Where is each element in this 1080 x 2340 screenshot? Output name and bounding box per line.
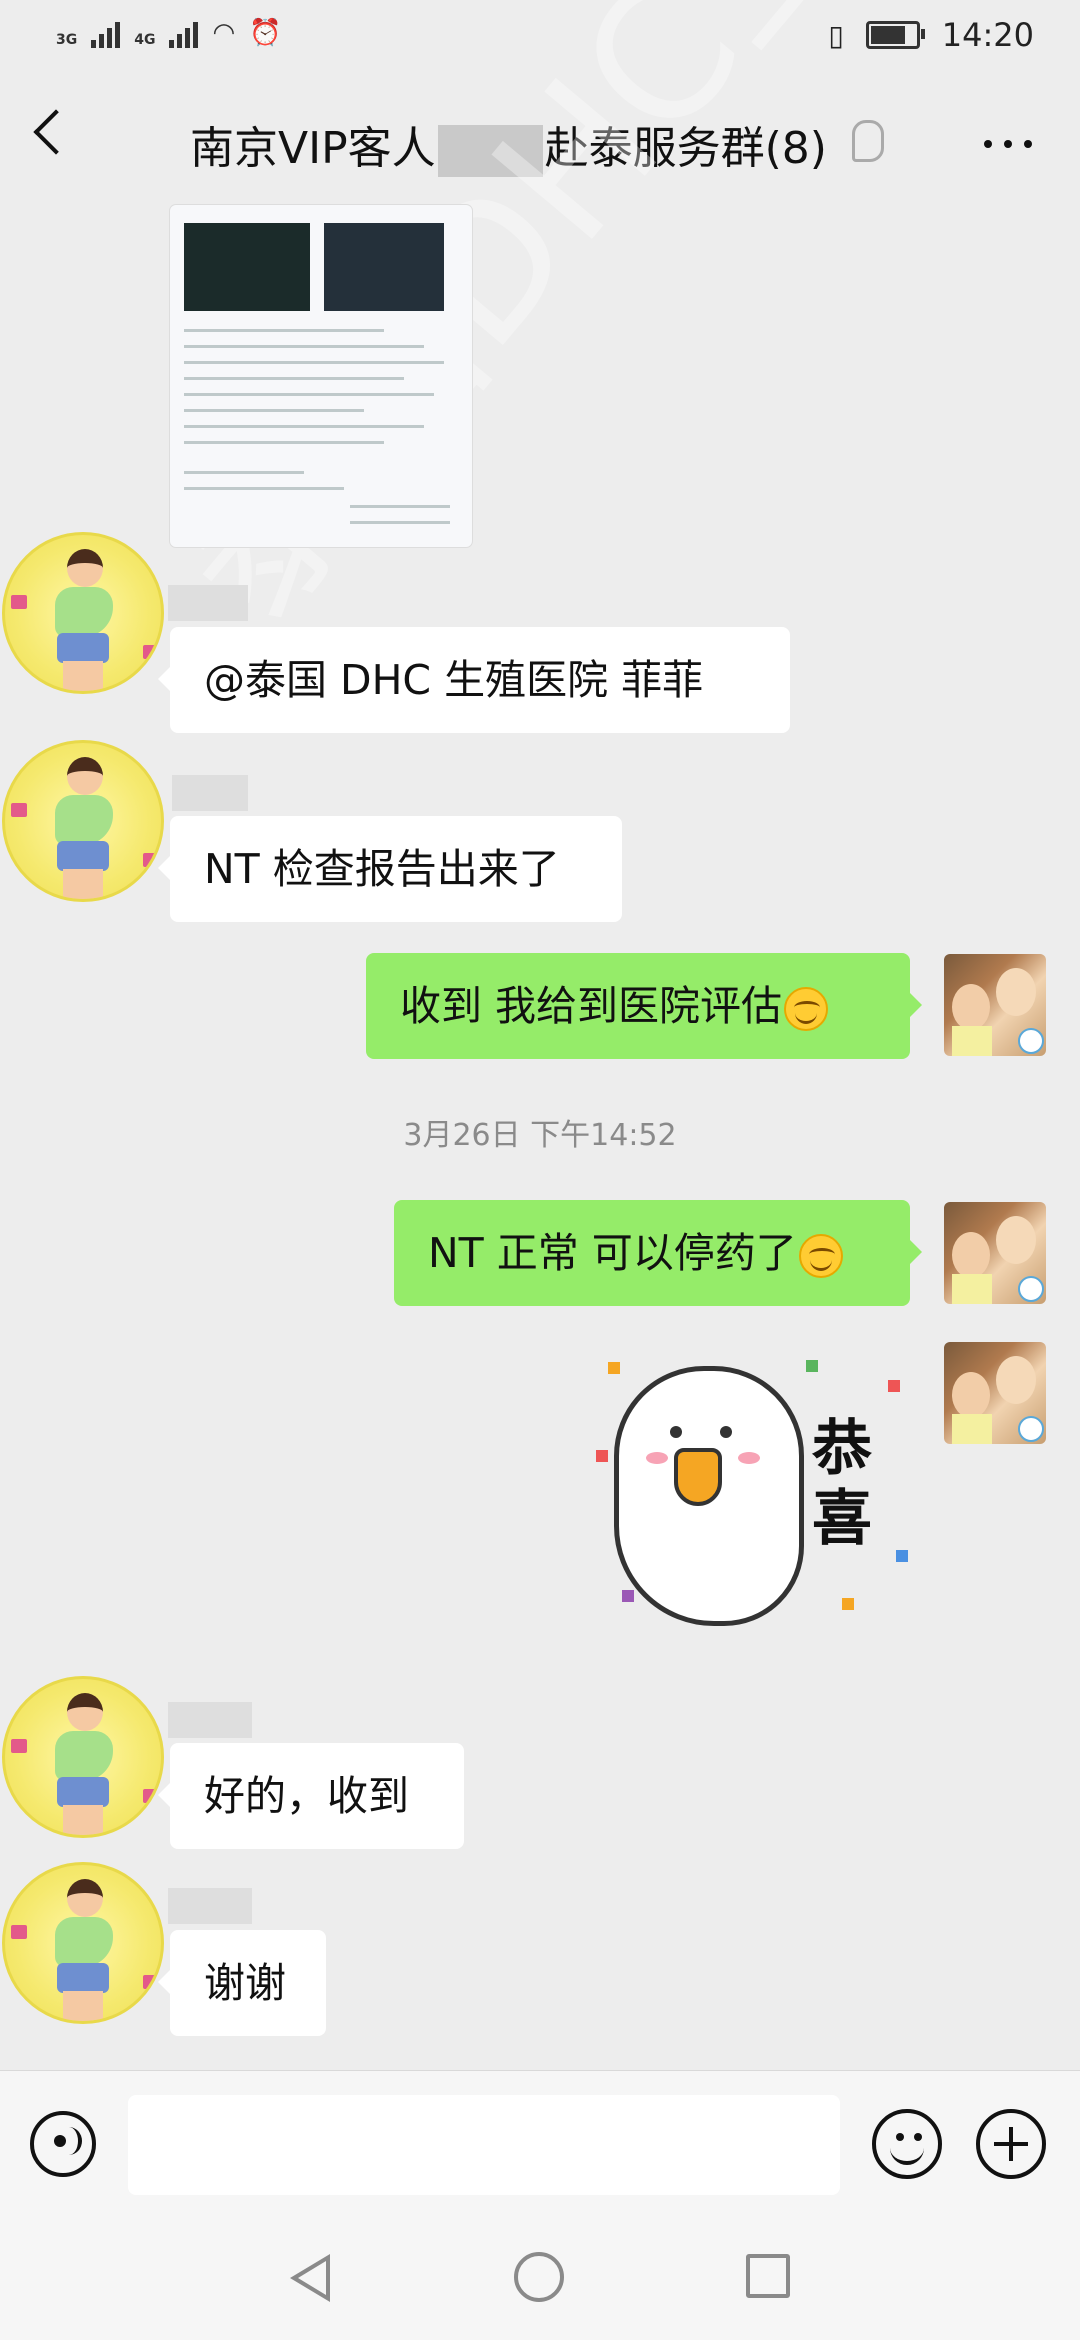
- message-bubble-left[interactable]: NT 检查报告出来了: [158, 816, 622, 922]
- sender-avatar[interactable]: [2, 1676, 164, 1838]
- message-text: @泰国 DHC 生殖医院 菲菲: [204, 656, 704, 704]
- message-text: NT 正常 可以停药了: [428, 1229, 797, 1277]
- system-nav-bar: [0, 2220, 1080, 2340]
- message-bubble-left[interactable]: 谢谢: [158, 1930, 326, 2036]
- ultrasound-image-1: [184, 223, 310, 311]
- ultrasound-image-2: [324, 223, 444, 311]
- voice-icon[interactable]: [30, 2111, 96, 2177]
- wifi-icon: ◠: [212, 18, 236, 48]
- message-bubble-right[interactable]: 收到 我给到医院评估: [366, 953, 922, 1059]
- sender-name-redacted: [168, 1888, 252, 1924]
- message-bubble-right[interactable]: NT 正常 可以停药了: [394, 1200, 922, 1306]
- sender-name-redacted: [168, 1702, 252, 1738]
- network-4g-label: 4G: [134, 32, 156, 48]
- clock: 14:20: [941, 16, 1034, 54]
- network-3g-label: 3G: [56, 32, 78, 48]
- sticker-text-bottom: 喜: [812, 1484, 872, 1554]
- message-text: 谢谢: [204, 1959, 286, 2007]
- mute-ear-icon: [852, 120, 884, 162]
- nav-back-icon[interactable]: [290, 2254, 330, 2302]
- message-bubble-left[interactable]: 好的，收到: [158, 1743, 464, 1849]
- sender-avatar[interactable]: [2, 740, 164, 902]
- alarm-icon: ⏰: [249, 18, 282, 48]
- redacted-block: [437, 125, 543, 177]
- message-text: 收到 我给到医院评估: [400, 982, 783, 1030]
- plus-icon[interactable]: [976, 2109, 1046, 2179]
- back-arrow-icon[interactable]: [33, 109, 79, 155]
- sender-avatar[interactable]: [2, 1862, 164, 2024]
- message-bubble-left[interactable]: @泰国 DHC 生殖医院 菲菲: [158, 627, 790, 733]
- chat-title: 南京VIP客人 赴泰服务群(8): [190, 112, 827, 177]
- input-bar: [0, 2070, 1080, 2221]
- ultrasound-report-image[interactable]: [170, 205, 472, 547]
- signal-2-icon: [169, 22, 199, 48]
- battery-icon: [865, 21, 925, 49]
- signal-1-icon: [91, 22, 121, 48]
- message-input[interactable]: [128, 2095, 840, 2195]
- smile-emoji-icon: [784, 987, 829, 1031]
- smile-emoji-icon: [798, 1234, 843, 1278]
- my-avatar[interactable]: [944, 954, 1046, 1056]
- sender-name-redacted: [172, 775, 248, 811]
- sender-name-redacted: [168, 585, 248, 621]
- network-indicators: 3G 4G ◠ ⏰: [56, 18, 282, 48]
- congratulations-sticker[interactable]: 恭 喜: [592, 1340, 922, 1660]
- chat-header: 南京VIP客人 赴泰服务群(8): [0, 72, 1080, 212]
- vibrate-icon: ▯: [828, 18, 844, 52]
- chat-title-part1: 南京VIP客人: [190, 123, 436, 174]
- chat-title-part2: 赴泰服务群(8): [544, 123, 827, 174]
- emoji-icon[interactable]: [872, 2109, 942, 2179]
- my-avatar[interactable]: [944, 1342, 1046, 1444]
- status-bar: 3G 4G ◠ ⏰ ▯ 14:20: [0, 0, 1080, 72]
- timestamp: 3月26日 下午14:52: [403, 1118, 677, 1153]
- nav-recents-icon[interactable]: [746, 2254, 790, 2298]
- message-text: NT 检查报告出来了: [204, 845, 560, 893]
- nav-home-icon[interactable]: [514, 2252, 564, 2302]
- sender-avatar[interactable]: [2, 532, 164, 694]
- my-avatar[interactable]: [944, 1202, 1046, 1304]
- message-text: 好的，收到: [204, 1772, 409, 1820]
- more-dots-icon[interactable]: [984, 140, 1032, 148]
